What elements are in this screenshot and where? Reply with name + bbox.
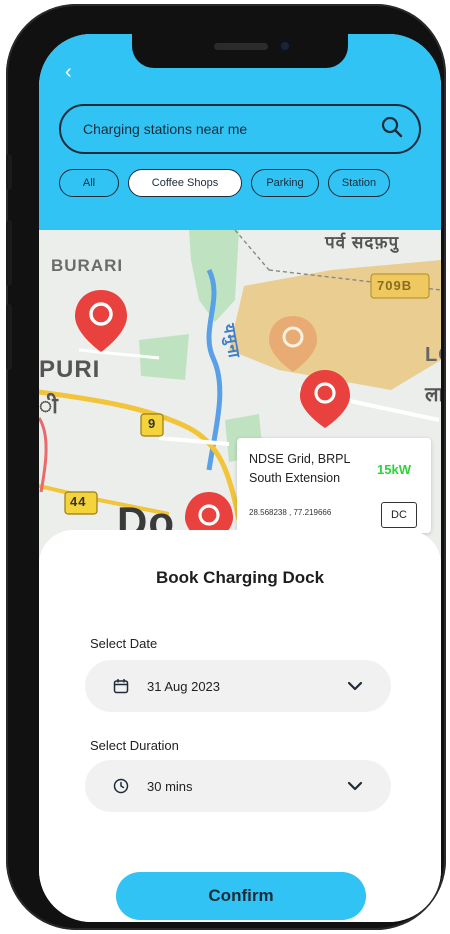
chip-station[interactable]: Station [328, 169, 390, 197]
map-label-hindi-top: पर्व सदफ़पु [325, 233, 400, 252]
filter-chips: All Coffee Shops Parking Station [59, 169, 390, 197]
date-select[interactable]: 31 Aug 2023 [85, 660, 391, 712]
station-info-card[interactable]: NDSE Grid, BRPL South Extension 15kW 28.… [237, 438, 431, 533]
map-label-hindi-la: ला [425, 384, 441, 406]
chip-parking[interactable]: Parking [251, 169, 319, 197]
date-value: 31 Aug 2023 [147, 678, 221, 694]
calendar-icon [111, 676, 131, 696]
station-name-line1: NDSE Grid, BRPL [249, 452, 351, 466]
map-label-puri: PURI [39, 356, 101, 383]
phone-frame: ‹ Charging stations near me All Coffee S… [6, 4, 446, 930]
map-pin-icon[interactable] [75, 290, 127, 352]
duration-select[interactable]: 30 mins [85, 760, 391, 812]
side-button [6, 154, 12, 190]
back-icon[interactable]: ‹ [65, 62, 72, 82]
map-label-lo: LO [425, 344, 441, 366]
search-bar[interactable]: Charging stations near me [59, 104, 421, 154]
side-button [6, 220, 12, 286]
sheet-title: Book Charging Dock [155, 568, 325, 587]
confirm-button[interactable]: Confirm [116, 872, 366, 920]
clock-icon [111, 776, 131, 796]
chevron-down-icon[interactable] [345, 776, 365, 796]
speaker [214, 43, 268, 50]
chip-all[interactable]: All [59, 169, 119, 197]
app-screen: ‹ Charging stations near me All Coffee S… [39, 34, 441, 922]
notch [132, 34, 348, 68]
date-label: Select Date [90, 636, 158, 651]
map-pin-icon[interactable] [300, 370, 350, 428]
station-power: 15kW [377, 462, 411, 477]
map-label-road-9: 9 [148, 416, 157, 431]
station-name-line2: South Extension [249, 471, 341, 485]
search-icon[interactable] [381, 116, 403, 143]
chevron-down-icon[interactable] [345, 676, 365, 696]
map-label-road-44: 44 [70, 494, 87, 509]
map-label-burari: BURARI [51, 256, 124, 275]
side-button [6, 304, 12, 370]
chip-coffee-shops[interactable]: Coffee Shops [128, 169, 242, 197]
station-type-badge: DC [381, 502, 417, 528]
search-input[interactable]: Charging stations near me [83, 121, 247, 137]
map-label-road-709b: 709B [377, 278, 413, 293]
station-name: NDSE Grid, BRPL South Extension [249, 450, 369, 488]
booking-sheet: Book Charging Dock Select Date 31 Aug 20… [39, 530, 441, 922]
camera [278, 39, 292, 53]
duration-value: 30 mins [147, 778, 193, 794]
map-label-hindi-ri: ी [39, 393, 59, 418]
station-coords: 28.568238 , 77.219666 [249, 508, 332, 517]
duration-label: Select Duration [90, 738, 179, 753]
